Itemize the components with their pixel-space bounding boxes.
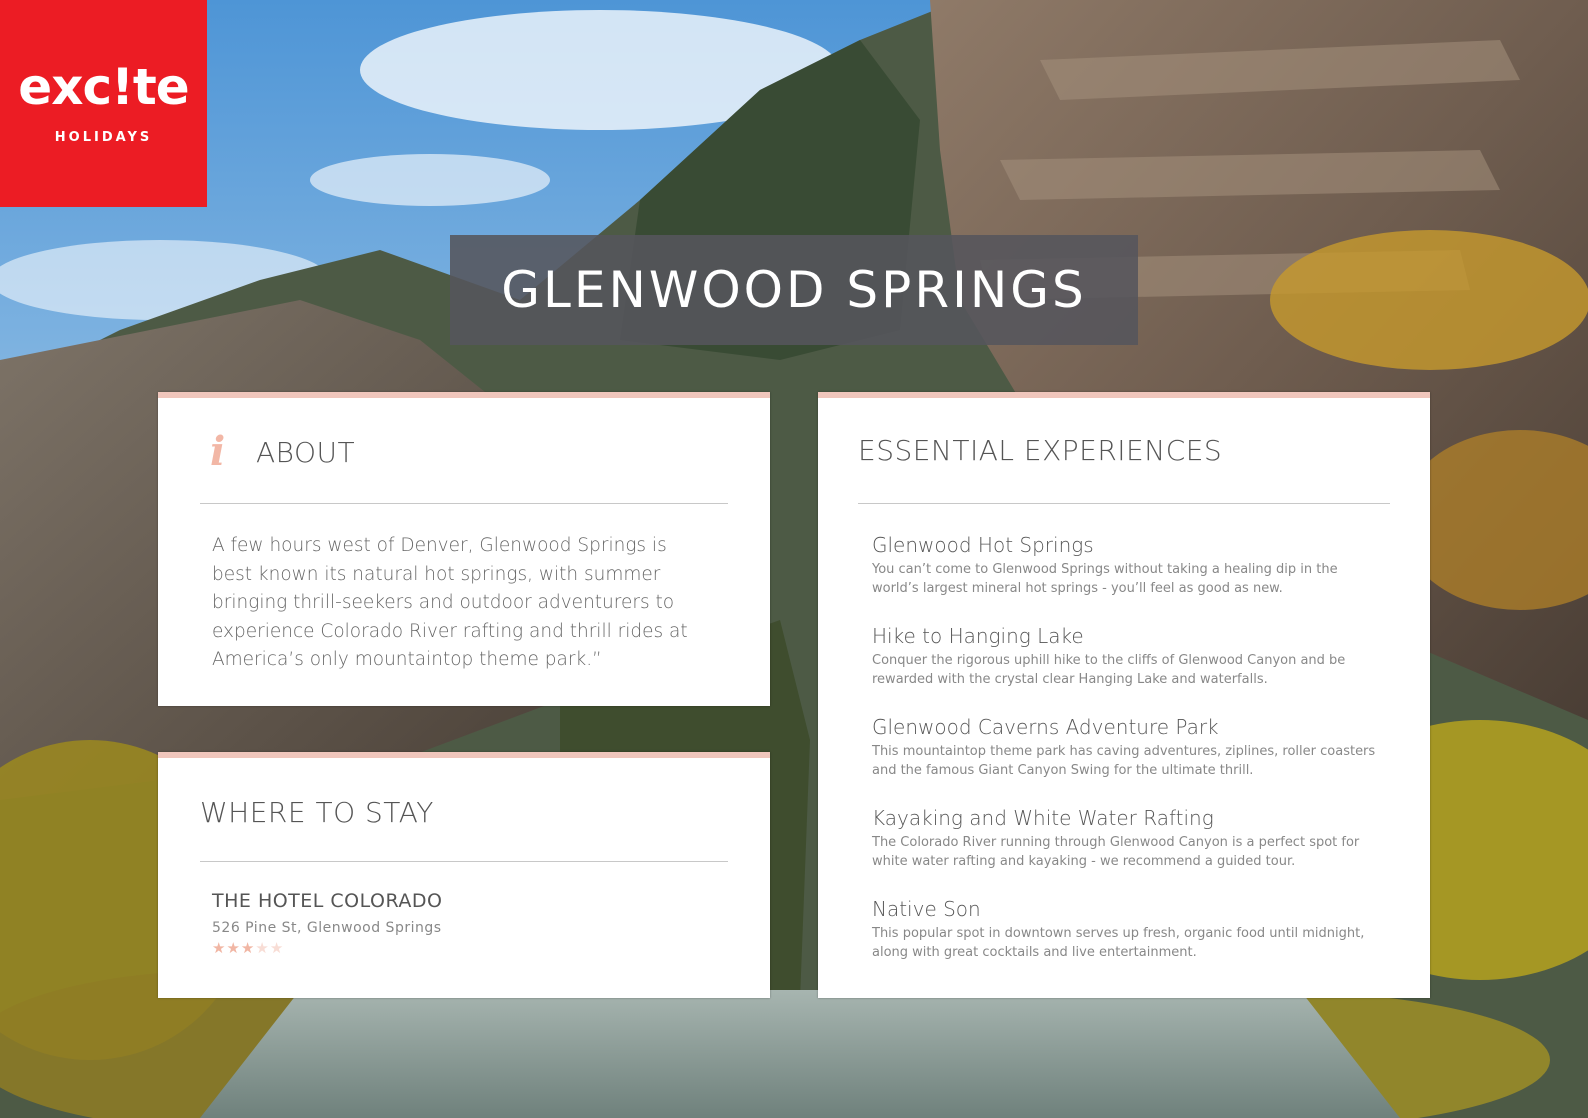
essential-experiences-heading: ESSENTIAL EXPERIENCES [858,434,1223,467]
experiences-list: Glenwood Hot Springs You can’t come to G… [872,532,1382,987]
hotel-address: 526 Pine St, Glenwood Springs [212,920,442,936]
divider [200,861,728,862]
about-header: i ABOUT [210,432,355,472]
info-icon: i [210,428,226,475]
about-text: A few hours west of Denver, Glenwood Spr… [212,535,688,670]
where-to-stay-card: WHERE TO STAY THE HOTEL COLORADO 526 Pin… [158,752,770,998]
experience-item: Glenwood Caverns Adventure Park This mou… [872,714,1382,805]
where-to-stay-heading: WHERE TO STAY [200,796,434,829]
about-card: i ABOUT A few hours west of Denver, Glen… [158,392,770,706]
logo-wordmark: exc!te [18,58,189,116]
experience-description: The Colorado River running through Glenw… [872,835,1360,869]
experience-item: Glenwood Hot Springs You can’t come to G… [872,532,1382,623]
star-filled-icon: ★ [240,940,256,957]
experience-name[interactable]: Glenwood Hot Springs [872,532,1382,558]
experience-item: Hike to Hanging Lake Conquer the rigorou… [872,623,1382,714]
star-filled-icon: ★ [212,940,227,957]
logo-subtitle: HOLIDAYS [54,130,153,145]
about-heading: ABOUT [256,435,356,469]
title-banner: GLENWOOD SPRINGS [450,235,1138,345]
experience-name[interactable]: Native Son [872,896,1382,922]
experience-name[interactable]: Hike to Hanging Lake [872,623,1382,649]
star-filled-icon: ★ [226,940,241,957]
experience-item: Kayaking and White Water Rafting The Col… [872,805,1382,896]
experience-description: Conquer the rigorous uphill hike to the … [872,653,1346,687]
experience-description: You can’t come to Glenwood Springs witho… [872,562,1338,596]
experience-name[interactable]: Glenwood Caverns Adventure Park [872,714,1382,740]
excite-holidays-logo[interactable]: exc!te HOLIDAYS [0,0,207,207]
essential-experiences-card: ESSENTIAL EXPERIENCES Glenwood Hot Sprin… [818,392,1430,998]
star-empty-icon: ★ [269,940,285,957]
divider [858,503,1390,504]
page-title: GLENWOOD SPRINGS [501,261,1087,319]
hotel-star-rating: ★★★★★ [212,941,284,956]
star-empty-icon: ★ [255,940,270,957]
experience-description: This popular spot in downtown serves up … [872,926,1365,960]
experience-item: Native Son This popular spot in downtown… [872,896,1382,987]
experience-description: This mountaintop theme park has caving a… [872,744,1376,778]
experience-name[interactable]: Kayaking and White Water Rafting [872,805,1382,831]
hotel-name[interactable]: THE HOTEL COLORADO [212,890,443,912]
divider [200,503,728,504]
